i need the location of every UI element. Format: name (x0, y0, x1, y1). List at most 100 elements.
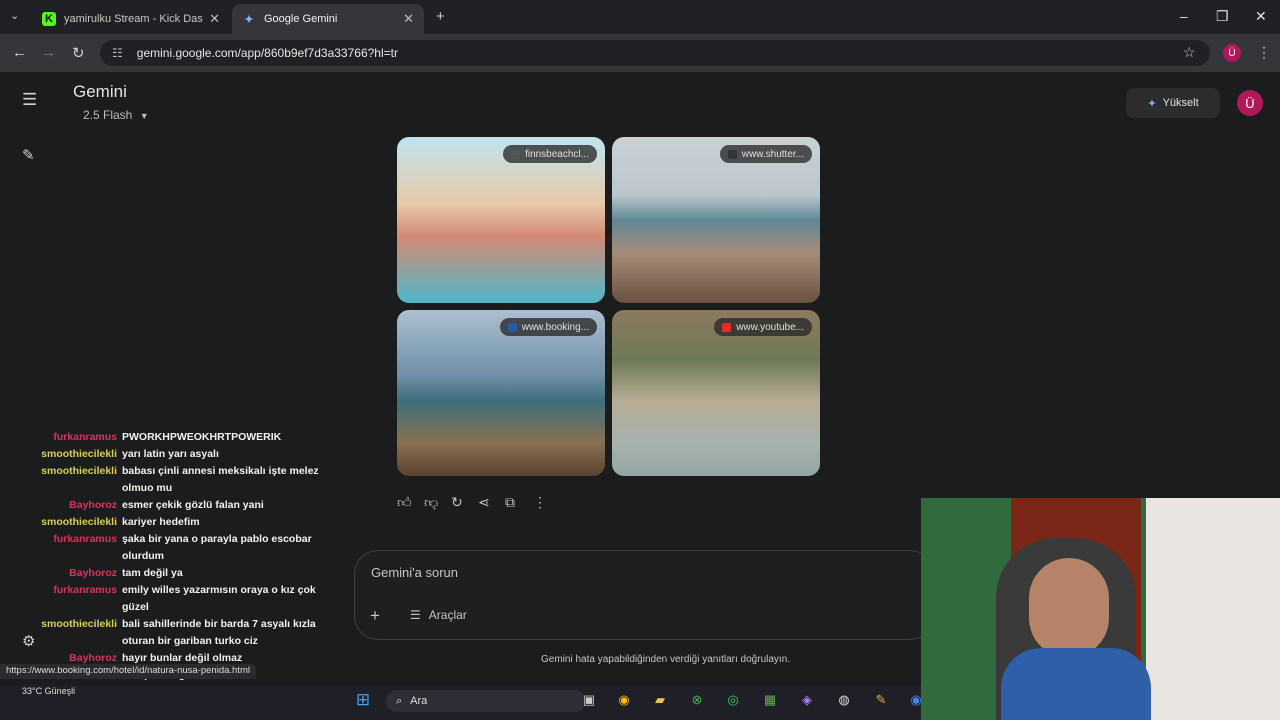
result-image-seaside-bar[interactable]: www.shutter... (612, 137, 820, 303)
image-source-chip[interactable]: www.booking... (499, 318, 597, 336)
thumbs-up-icon[interactable]: 👍︎ (397, 494, 412, 511)
source-icon (507, 322, 517, 332)
status-bar-url: https://www.booking.com/hotel/id/natura-… (0, 664, 256, 679)
chat-message: furkanramus PWORKHPWEOKHRTPOWERIK (0, 429, 345, 446)
source-label: www.youtube... (736, 321, 804, 333)
file-explorer-icon[interactable]: ▰ (649, 690, 671, 710)
tab-title: Google Gemini (264, 13, 338, 25)
windows-start-icon[interactable]: ⊞ (352, 690, 374, 710)
tab-google-gemini[interactable]: ✦ Google Gemini ✕ (232, 4, 424, 34)
chat-message: furkanramus şaka bir yana o parayla pablo… (0, 531, 345, 565)
source-icon (511, 149, 521, 159)
model-selector[interactable]: 2.5 Flash ▼ (83, 108, 149, 122)
chat-message-text: şaka bir yana o parayla pablo escobar (122, 533, 312, 545)
webcam-overlay (921, 498, 1280, 720)
thumbs-down-icon[interactable]: 👎︎ (424, 494, 438, 511)
address-bar[interactable]: ☷ gemini.google.com/app/860b9ef7d3a33766… (100, 40, 1210, 66)
prompt-input[interactable]: Gemini'a sorun (371, 565, 458, 580)
upgrade-button[interactable]: ✦ Yükselt (1126, 88, 1220, 118)
upgrade-label: Yükselt (1162, 97, 1199, 109)
result-image-resort-dinner[interactable]: www.booking... (397, 310, 605, 476)
share-icon[interactable]: ⋖ (478, 494, 490, 511)
app-brand: Gemini (73, 82, 127, 101)
back-icon[interactable]: ← (12, 44, 27, 61)
taskbar-search[interactable]: ⌕ Ara (386, 690, 586, 712)
chat-username: smoothiecilekli (41, 448, 117, 460)
chat-username: furkanramus (53, 431, 117, 443)
xbox-icon[interactable]: ⊗ (686, 690, 708, 710)
new-chat-icon[interactable]: ✎ (22, 146, 35, 164)
chat-message-text: yarı latin yarı asyalı (122, 448, 219, 460)
chat-message-text: olmuo mu (122, 482, 173, 494)
tab-list-chevron-icon[interactable]: ⌄ (10, 9, 19, 22)
chat-message-text: bali sahillerinde bir barda 7 asyalı kız… (122, 618, 316, 630)
task-view-icon[interactable]: ▣ (578, 690, 600, 710)
source-label: finnsbeachcl... (525, 148, 589, 160)
tab-title: yamirulku Stream - Kick Dashbo (64, 13, 203, 25)
chrome-icon[interactable]: ◉ (613, 690, 635, 710)
disclaimer-text: Gemini hata yapabildiğinden verdiği yanı… (541, 654, 791, 665)
chat-username: Bayhoroz (69, 567, 117, 579)
chat-message: furkanramus emily willes yazarmısın oraya… (0, 582, 345, 616)
hamburger-menu-icon[interactable]: ☰ (22, 90, 37, 110)
close-tab-icon[interactable]: ✕ (403, 11, 414, 27)
image-source-chip[interactable]: www.shutter... (719, 145, 812, 163)
weather-widget[interactable]: 33°C Güneşli (22, 686, 75, 696)
source-label: www.booking... (521, 321, 589, 333)
close-tab-icon[interactable]: ✕ (209, 11, 220, 27)
whatsapp-icon[interactable]: ◎ (722, 690, 744, 710)
source-label: www.shutter... (741, 148, 804, 160)
reload-icon[interactable]: ↻ (72, 44, 85, 62)
chat-message-text: emily willes yazarmısın oraya o kız çok (122, 584, 316, 596)
site-info-icon[interactable]: ☷ (112, 46, 123, 60)
source-icon (727, 149, 737, 159)
account-avatar[interactable]: Ü (1237, 90, 1263, 116)
chat-message: Bayhoroz tam değil ya (0, 565, 345, 582)
close-window-icon[interactable]: ✕ (1255, 8, 1267, 25)
chat-message-text: babası çinli annesi meksikalı işte melez (122, 465, 319, 477)
webcam-streamer-shirt (1001, 648, 1151, 720)
minimize-icon[interactable]: – (1180, 8, 1188, 24)
prompt-box[interactable] (354, 550, 934, 640)
chat-message-text: PWORKHPWEOKHRTPOWERIK (122, 431, 282, 443)
image-source-chip[interactable]: finnsbeachcl... (503, 145, 597, 163)
search-icon: ⌕ (396, 694, 403, 707)
tools-icon: ☰ (410, 608, 421, 622)
chat-message-text: olurdum (122, 550, 164, 562)
tab-kick-dashboard[interactable]: K yamirulku Stream - Kick Dashbo ✕ (32, 4, 230, 34)
obs-icon[interactable]: ◍ (833, 690, 855, 710)
maximize-icon[interactable]: ❐ (1216, 8, 1229, 25)
app-icon[interactable]: ◈ (796, 690, 818, 710)
result-image-beach-couple[interactable]: www.youtube... (612, 310, 820, 476)
copy-icon[interactable]: ⧉ (505, 494, 515, 511)
chat-username: furkanramus (53, 533, 117, 545)
chat-message-text: tam değil ya (122, 567, 183, 579)
caret-down-icon: ▼ (139, 111, 149, 121)
result-image-beach-party[interactable]: finnsbeachcl... (397, 137, 605, 303)
tools-button[interactable]: ☰ Araçlar (410, 608, 467, 622)
more-options-icon[interactable]: ⋮ (533, 494, 547, 511)
forward-icon[interactable]: → (41, 44, 56, 61)
chat-message: smoothiecilekli babası çinli annesi meksi… (0, 463, 345, 497)
image-source-chip[interactable]: www.youtube... (714, 318, 812, 336)
search-label: Ara (410, 695, 428, 707)
chrome-active-icon[interactable]: ◉ (905, 690, 927, 710)
new-tab-icon[interactable]: + (436, 8, 445, 25)
url-text: gemini.google.com/app/860b9ef7d3a33766?h… (136, 46, 398, 60)
bookmark-star-icon[interactable]: ☆ (1183, 44, 1196, 61)
chat-message-text: güzel (122, 601, 149, 613)
profile-avatar[interactable]: Ü (1223, 44, 1241, 62)
kick-favicon-icon: K (42, 12, 56, 26)
webcam-whiteboard (1146, 498, 1280, 720)
chat-username: smoothiecilekli (41, 618, 117, 630)
chat-username: smoothiecilekli (41, 465, 117, 477)
minecraft-icon[interactable]: ▦ (759, 690, 781, 710)
gemini-favicon-icon: ✦ (244, 13, 254, 26)
chat-message: smoothiecilekli kariyer hedefim (0, 514, 345, 531)
regenerate-icon[interactable]: ↻ (451, 494, 463, 511)
pinned-app-icon[interactable]: ✎ (870, 690, 892, 710)
chat-message: Bayhoroz esmer çekik gözlü falan yani (0, 497, 345, 514)
chat-message: smoothiecilekli bali sahillerinde bir bar… (0, 616, 345, 650)
browser-menu-icon[interactable]: ⋮ (1257, 44, 1271, 61)
add-attachment-icon[interactable]: + (370, 606, 380, 626)
